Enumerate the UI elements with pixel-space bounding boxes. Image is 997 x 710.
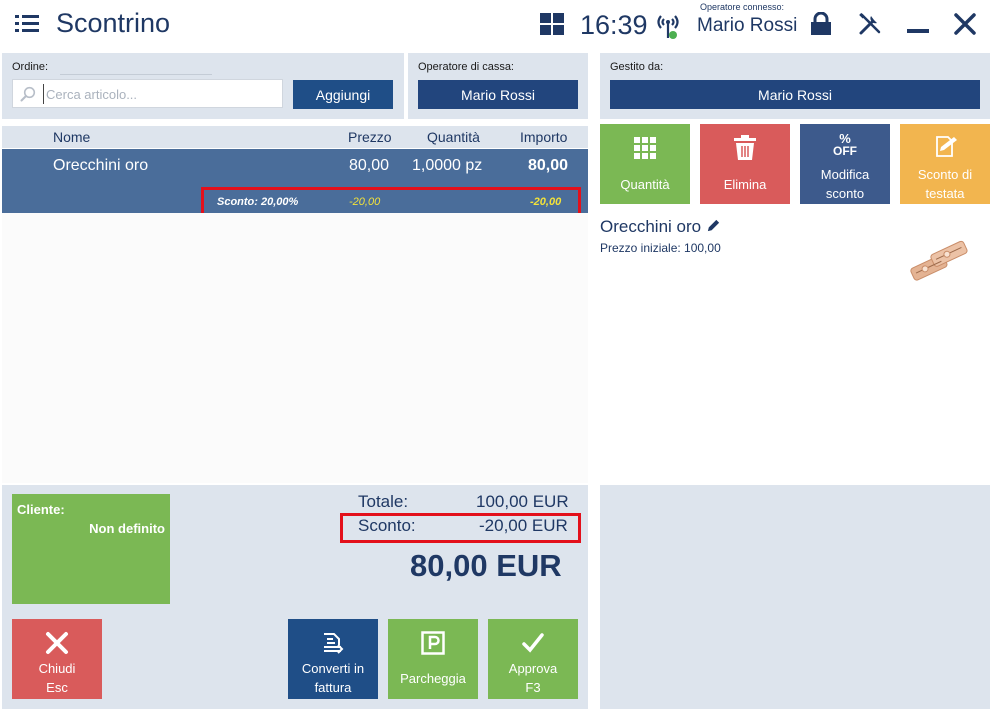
close-button-label: Chiudi <box>38 661 76 676</box>
document-edit-icon <box>936 136 957 157</box>
header-discount-tile-label: Sconto di testata <box>917 167 973 201</box>
customer-tile[interactable]: Cliente: Non definito <box>12 494 170 604</box>
windows-tiles-icon[interactable] <box>540 13 564 35</box>
add-button[interactable]: Aggiungi <box>293 80 393 109</box>
cashier-select[interactable]: Mario Rossi <box>418 80 578 109</box>
delete-tile-label: Elimina <box>723 177 767 192</box>
row-amount: 80,00 <box>528 157 569 174</box>
product-image <box>910 240 968 281</box>
customer-label: Cliente: <box>17 502 65 517</box>
order-label: Ordine: <box>12 61 49 73</box>
grid-icon <box>634 137 656 159</box>
managed-select[interactable]: Mario Rossi <box>610 80 980 109</box>
convert-invoice-button[interactable]: Converti in fattura <box>288 619 378 699</box>
quantity-tile-label: Quantità <box>620 177 670 192</box>
approve-button-label: Approva <box>508 661 558 676</box>
top-bar: Scontrino 16:39 Operatore connesso: Mari… <box>0 0 997 50</box>
column-amount: Importo <box>520 129 568 145</box>
convert-invoice-label-1: Converti in <box>301 661 365 676</box>
convert-invoice-label-2: fattura <box>314 680 352 695</box>
customer-value: Non definito <box>89 521 165 536</box>
search-icon <box>20 86 36 102</box>
percent-off-icon: % OFF <box>833 131 857 158</box>
column-price: Prezzo <box>348 129 392 145</box>
order-field-underline <box>60 74 212 75</box>
operator-name: Mario Rossi <box>697 15 798 36</box>
quantity-tile[interactable]: Quantità <box>600 124 690 204</box>
search-field[interactable] <box>12 79 283 108</box>
connection-signal-icon <box>657 15 679 39</box>
park-button[interactable]: Parcheggia <box>388 619 478 699</box>
park-button-label: Parcheggia <box>400 671 466 686</box>
tools-icon[interactable] <box>858 12 882 36</box>
grand-total: 80,00 EUR <box>410 548 562 583</box>
close-button-shortcut: Esc <box>46 680 68 695</box>
menu-icon[interactable] <box>15 14 39 34</box>
trash-icon <box>734 135 756 160</box>
cashier-label: Operatore di cassa: <box>418 61 514 73</box>
delete-tile[interactable]: Elimina <box>700 124 790 204</box>
checkmark-icon <box>522 633 544 653</box>
column-name: Nome <box>53 129 91 145</box>
lock-icon[interactable] <box>810 12 832 36</box>
table-header: Nome Prezzo Quantità Importo <box>2 126 588 148</box>
row-price: 80,00 <box>349 157 390 174</box>
close-button[interactable]: Chiudi Esc <box>12 619 102 699</box>
header-discount-tile[interactable]: Sconto di testata <box>900 124 990 204</box>
invoice-icon <box>324 633 344 654</box>
page-title: Scontrino <box>56 8 171 38</box>
managed-label: Gestito da: <box>610 61 664 73</box>
bottom-right-panel <box>600 485 990 709</box>
clock: 16:39 <box>580 10 648 40</box>
edit-discount-tile-label: Modifica sconto <box>820 167 870 201</box>
row-name: Orecchini oro <box>53 157 149 174</box>
item-detail-price: Prezzo iniziale: 100,00 <box>600 241 721 255</box>
edit-discount-tile[interactable]: % OFF Modifica sconto <box>800 124 890 204</box>
column-quantity: Quantità <box>427 129 480 145</box>
total-discount-highlight <box>340 513 581 543</box>
pencil-icon[interactable] <box>706 218 721 233</box>
item-detail-name: Orecchini oro <box>600 217 721 237</box>
approve-button[interactable]: Approva F3 <box>488 619 578 699</box>
total-value: 100,00 EUR <box>476 492 569 511</box>
row-quantity: 1,0000 pz <box>412 157 483 174</box>
operator-label: Operatore connesso: <box>700 2 785 12</box>
x-icon <box>46 632 68 654</box>
approve-button-shortcut: F3 <box>525 680 541 695</box>
minimize-icon[interactable] <box>907 29 929 33</box>
close-icon[interactable] <box>953 12 977 36</box>
parking-icon <box>421 631 445 655</box>
item-list-empty-area <box>2 213 588 483</box>
search-input[interactable] <box>43 84 278 104</box>
total-label: Totale: <box>358 492 409 511</box>
